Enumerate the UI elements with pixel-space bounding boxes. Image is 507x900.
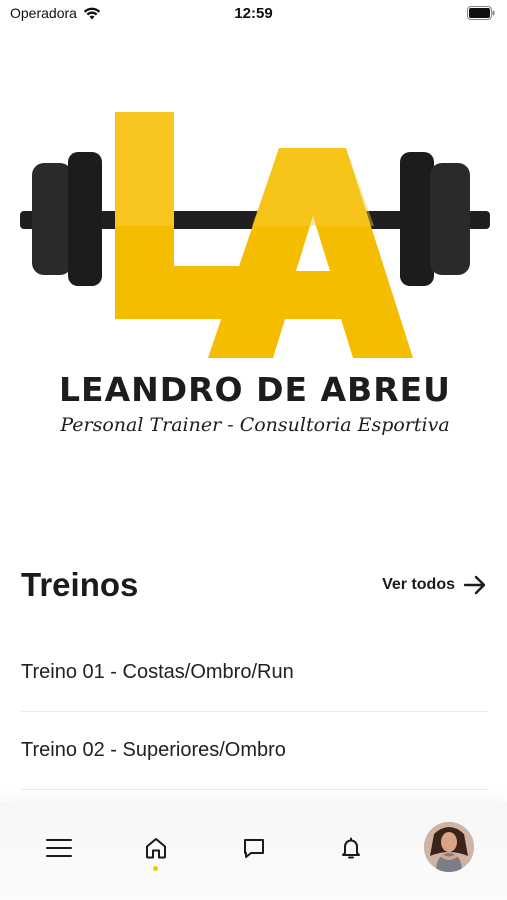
avatar[interactable] (424, 822, 474, 872)
logo-tagline: Personal Trainer - Consultoria Esportiva (60, 414, 450, 436)
status-time: 12:59 (234, 5, 273, 22)
profile-photo (424, 822, 474, 872)
menu-icon (46, 839, 72, 857)
list-item[interactable]: Treino 01 - Costas/Ombro/Run (21, 634, 488, 712)
brand-logo: LEANDRO DE ABREU Personal Trainer - Cons… (20, 108, 490, 458)
status-bar: Operadora 12:59 (0, 0, 507, 30)
nav-chat-button[interactable] (232, 826, 276, 870)
nav-menu-button[interactable] (37, 826, 81, 870)
see-all-button[interactable]: Ver todos (382, 575, 487, 595)
section-title: Treinos (21, 566, 139, 603)
barbell-logo-graphic (20, 112, 490, 358)
bell-icon (342, 837, 360, 859)
active-tab-indicator (153, 866, 158, 871)
nav-home-button[interactable] (134, 826, 178, 870)
list-item-label: Treino 02 - Superiores/Ombro (21, 739, 286, 761)
home-icon (146, 838, 166, 859)
logo-brand-name: LEANDRO DE ABREU (59, 370, 451, 409)
battery-icon (467, 6, 495, 20)
nav-notifications-button[interactable] (329, 826, 373, 870)
chat-icon (244, 839, 264, 858)
list-item[interactable]: Treino 02 - Superiores/Ombro (21, 712, 488, 790)
workout-list: Treino 01 - Costas/Ombro/Run Treino 02 -… (21, 634, 488, 790)
bottom-nav (0, 802, 507, 900)
arrow-right-icon (463, 575, 486, 595)
see-all-label: Ver todos (382, 576, 455, 593)
list-item-label: Treino 01 - Costas/Ombro/Run (21, 661, 294, 683)
